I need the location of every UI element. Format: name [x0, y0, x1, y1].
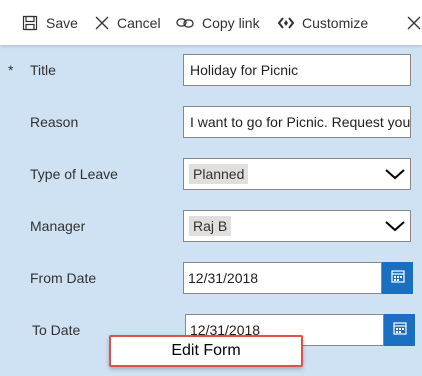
manager-value: Raj B: [189, 216, 232, 236]
close-button[interactable]: [407, 0, 421, 45]
type-of-leave-label: Type of Leave: [30, 166, 118, 182]
save-button[interactable]: Save: [22, 0, 78, 45]
calendar-icon: [390, 269, 405, 288]
customize-label: Customize: [302, 14, 369, 31]
from-date-label: From Date: [30, 270, 97, 286]
cancel-label: Cancel: [117, 14, 161, 31]
chevron-down-icon: [384, 218, 406, 239]
cancel-button[interactable]: Cancel: [95, 0, 161, 45]
customize-button[interactable]: Customize: [278, 0, 368, 45]
chevron-down-icon: [384, 166, 406, 187]
link-icon: [176, 16, 194, 30]
calendar-icon: [392, 321, 407, 340]
required-marker: *: [8, 62, 14, 78]
close-icon: [407, 16, 421, 30]
type-of-leave-dropdown[interactable]: Planned: [183, 158, 411, 190]
title-field[interactable]: Holiday for Picnic: [183, 54, 411, 86]
save-label: Save: [46, 14, 78, 31]
reason-field[interactable]: I want to go for Picnic. Request you: [183, 106, 411, 138]
manager-label: Manager: [30, 218, 86, 234]
close-x-icon: [95, 16, 109, 30]
to-date-calendar-button[interactable]: [384, 314, 415, 346]
reason-label: Reason: [30, 114, 79, 130]
save-icon: [22, 15, 38, 31]
command-bar: Save Cancel Copy link Customize: [0, 0, 422, 45]
title-label: Title: [30, 62, 56, 78]
copy-link-button[interactable]: Copy link: [176, 0, 260, 45]
manager-dropdown[interactable]: Raj B: [183, 210, 411, 242]
from-date-calendar-button[interactable]: [382, 262, 413, 294]
from-date-field[interactable]: 12/31/2018: [183, 262, 382, 294]
type-of-leave-value: Planned: [189, 164, 249, 184]
customize-icon: [278, 16, 294, 30]
from-date-picker: 12/31/2018: [183, 262, 413, 294]
edit-form-callout: Edit Form: [109, 335, 303, 367]
to-date-label: To Date: [32, 322, 81, 338]
copy-link-label: Copy link: [202, 14, 260, 31]
